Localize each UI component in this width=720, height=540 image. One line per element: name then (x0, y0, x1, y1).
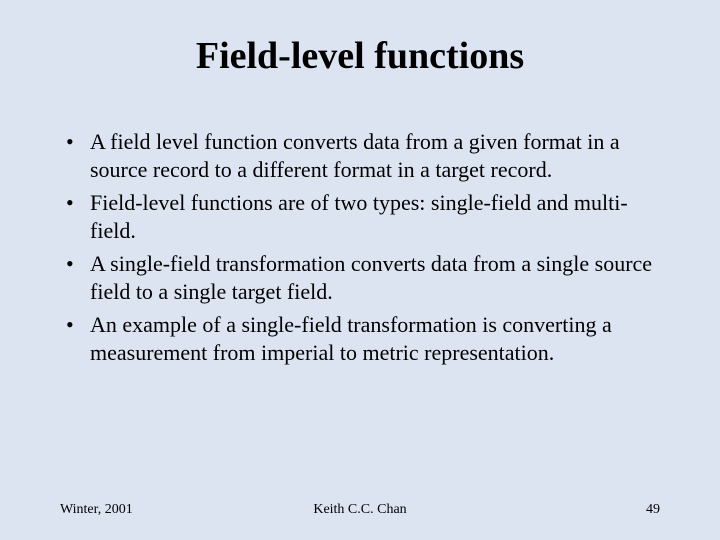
list-item: A single-field transformation converts d… (88, 250, 660, 305)
list-item: An example of a single-field transformat… (88, 311, 660, 366)
slide-title: Field-level functions (60, 34, 660, 78)
page-number: 49 (646, 502, 660, 518)
bullet-list: A field level function converts data fro… (60, 128, 660, 366)
list-item: Field-level functions are of two types: … (88, 189, 660, 244)
slide: Field-level functions A field level func… (0, 0, 720, 540)
footer-author: Keith C.C. Chan (313, 502, 406, 518)
list-item: A field level function converts data fro… (88, 128, 660, 183)
footer: Winter, 2001 Keith C.C. Chan 49 (60, 502, 660, 518)
footer-date: Winter, 2001 (60, 502, 133, 518)
